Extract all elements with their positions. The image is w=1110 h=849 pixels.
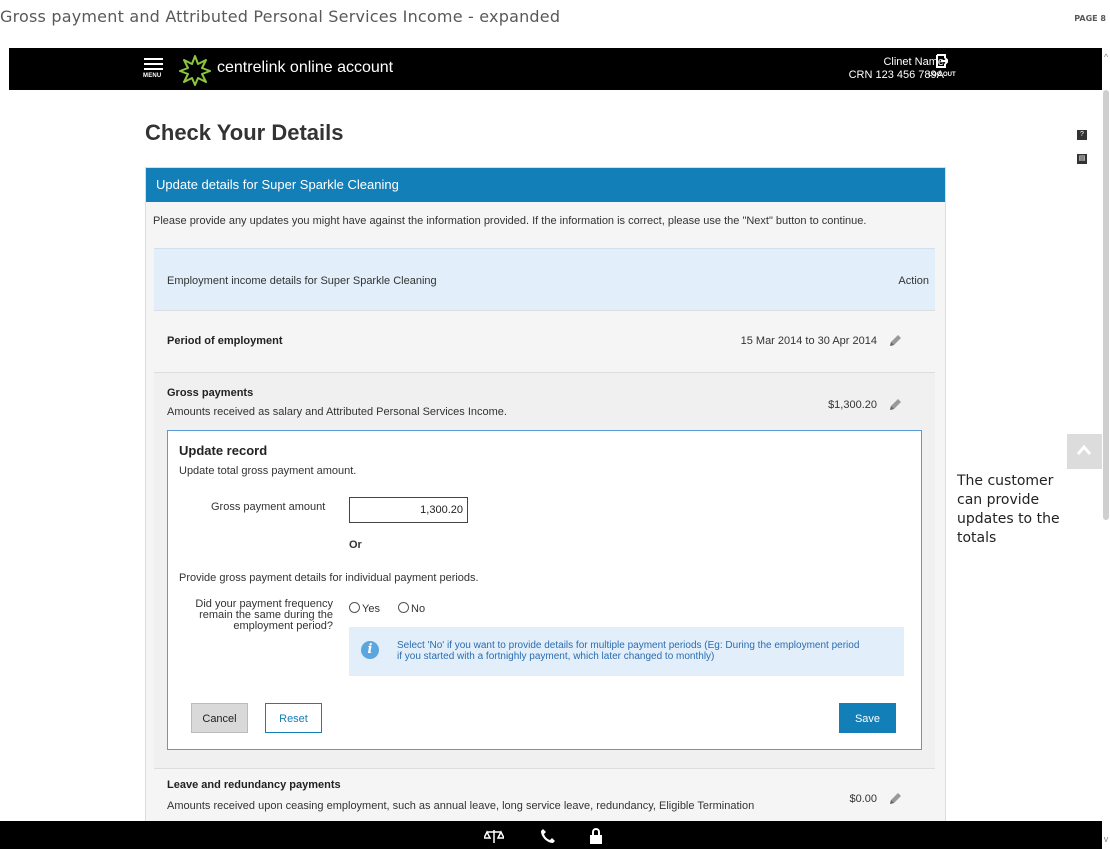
gross-payments-description: Amounts received as salary and Attribute… — [167, 406, 507, 418]
yes-label: Yes — [362, 603, 380, 615]
annotation-line: updates to the — [957, 511, 1060, 527]
scroll-up-arrow-icon[interactable]: ^ — [1102, 52, 1110, 62]
period-label: Period of employment — [167, 335, 283, 347]
individual-periods-text: Provide gross payment details for indivi… — [179, 572, 479, 584]
logout-button[interactable]: LOG OUT — [927, 54, 957, 78]
scroll-to-top-button[interactable] — [1067, 434, 1102, 469]
brand-name: centrelink online account — [217, 59, 394, 76]
menu-icon-bar — [144, 63, 163, 65]
update-record-form: Update record Update total gross payment… — [167, 430, 922, 750]
frequency-no-radio[interactable]: No — [398, 602, 425, 615]
pencil-icon[interactable] — [887, 333, 903, 349]
menu-label: MENU — [143, 73, 162, 79]
leave-value: $0.00 — [849, 793, 877, 805]
annotation-line: The customer — [957, 473, 1054, 489]
logout-icon — [936, 54, 948, 68]
pencil-icon[interactable] — [887, 397, 903, 413]
print-icon[interactable]: ▤ — [1077, 154, 1087, 164]
update-record-title: Update record — [179, 443, 268, 458]
period-value: 15 Mar 2014 to 30 Apr 2014 — [740, 335, 877, 347]
leave-label: Leave and redundancy payments — [167, 779, 341, 791]
section-header: Employment income details for Super Spar… — [154, 248, 935, 310]
annotation-line: can provide — [957, 492, 1040, 508]
leave-description: Amounts received upon ceasing employment… — [167, 800, 755, 812]
scroll-to-top-icon — [1077, 445, 1091, 455]
centrelink-star-logo — [179, 55, 211, 86]
lock-icon[interactable] — [590, 828, 602, 844]
or-separator: Or — [349, 539, 362, 551]
side-tools: ? ▤ — [1077, 130, 1087, 178]
scroll-down-arrow-icon[interactable]: v — [1102, 834, 1110, 844]
logout-label: LOG OUT — [928, 72, 956, 78]
section-title: Employment income details for Super Spar… — [167, 275, 437, 287]
phone-icon[interactable] — [540, 828, 556, 844]
save-button[interactable]: Save — [839, 703, 896, 733]
gross-payments-value: $1,300.20 — [828, 399, 877, 411]
frequency-question-line: employment period? — [233, 620, 333, 632]
document-title: Gross payment and Attributed Personal Se… — [0, 7, 561, 26]
frequency-question: Did your payment frequency remain the sa… — [179, 599, 333, 632]
menu-icon — [144, 58, 163, 60]
gross-payments-label: Gross payments — [167, 387, 254, 399]
gross-amount-label: Gross payment amount — [211, 501, 326, 513]
pencil-icon[interactable] — [887, 791, 903, 807]
panel-header: Update details for Super Sparkle Cleanin… — [146, 168, 945, 202]
info-message: i Select 'No' if you want to provide det… — [349, 627, 904, 676]
page-number: PAGE 8 — [1074, 14, 1106, 23]
info-text-line: if you started with a fortnighly payment… — [397, 651, 715, 662]
radio-circle-icon — [398, 602, 409, 613]
reset-button[interactable]: Reset — [265, 703, 322, 733]
frequency-yes-radio[interactable]: Yes — [349, 602, 380, 615]
leave-redundancy-row: Leave and redundancy payments Amounts re… — [154, 768, 935, 829]
menu-button[interactable]: MENU — [143, 54, 165, 84]
no-label: No — [411, 603, 426, 615]
gross-amount-input[interactable] — [349, 497, 468, 523]
scales-icon[interactable] — [484, 828, 504, 844]
update-record-subtitle: Update total gross payment amount. — [179, 465, 357, 477]
info-text: Select 'No' if you want to provide detai… — [397, 640, 859, 662]
scrollbar-thumb[interactable] — [1103, 90, 1109, 520]
cancel-button[interactable]: Cancel — [191, 703, 248, 733]
help-icon[interactable]: ? — [1077, 130, 1087, 140]
top-nav-bar: MENU centrelink online account Clinet Na… — [9, 48, 1102, 90]
annotation-line: totals — [957, 530, 997, 546]
page-title: Check Your Details — [145, 120, 344, 145]
radio-circle-icon — [349, 602, 360, 613]
menu-icon-bar — [144, 68, 163, 70]
intro-text: Please provide any updates you might hav… — [153, 215, 867, 227]
update-details-panel: Update details for Super Sparkle Cleanin… — [145, 167, 946, 829]
info-icon: i — [361, 641, 379, 659]
period-of-employment-row: Period of employment 15 Mar 2014 to 30 A… — [154, 310, 935, 372]
annotation-note: The customer can provide updates to the … — [957, 472, 1077, 548]
footer-bar — [0, 821, 1102, 849]
info-text-line: Select 'No' if you want to provide detai… — [397, 640, 860, 651]
action-column-label: Action — [898, 275, 929, 287]
